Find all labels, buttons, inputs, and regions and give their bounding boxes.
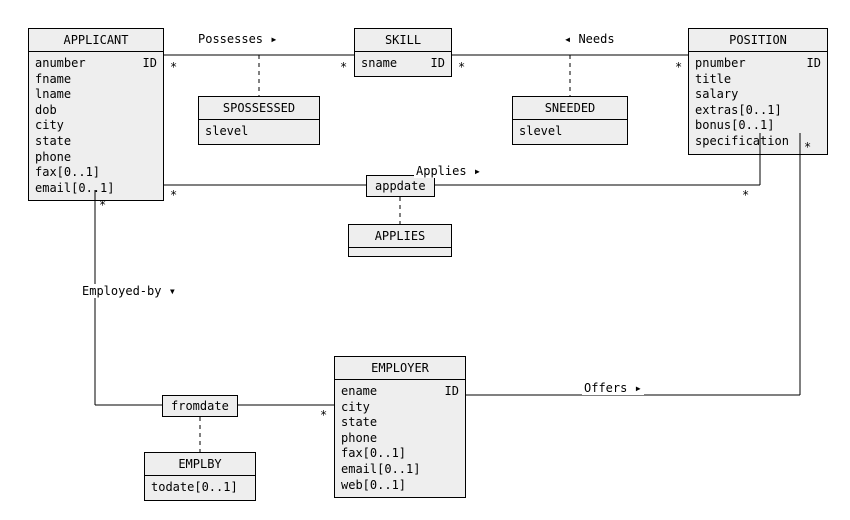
entity-employer-title: EMPLOYER <box>335 357 465 380</box>
attr-row: specification <box>695 134 821 150</box>
attr-row: web[0..1] <box>341 478 459 494</box>
entity-position: POSITION pnumberID title salary extras[0… <box>688 28 828 155</box>
attr-row: dob <box>35 103 157 119</box>
mult: * <box>170 188 177 202</box>
entity-applicant: APPLICANT anumberID fname lname dob city… <box>28 28 164 201</box>
attr-row: slevel <box>205 124 313 140</box>
entity-applicant-title: APPLICANT <box>29 29 163 52</box>
attr-row: pnumberID <box>695 56 821 72</box>
entity-emplby: EMPLBY todate[0..1] <box>144 452 256 501</box>
attr-row: bonus[0..1] <box>695 118 821 134</box>
rel-employedby: Employed-by ▾ <box>80 284 178 298</box>
attr-row: lname <box>35 87 157 103</box>
entity-applicant-body: anumberID fname lname dob city state pho… <box>29 52 163 200</box>
entity-applies: APPLIES <box>348 224 452 257</box>
entity-applies-body <box>349 248 451 256</box>
entity-applies-title: APPLIES <box>349 225 451 248</box>
attr-row: fname <box>35 72 157 88</box>
entity-spossessed: SPOSSESSED slevel <box>198 96 320 145</box>
attr-row: state <box>35 134 157 150</box>
attr-row: todate[0..1] <box>151 480 249 496</box>
mult: * <box>340 60 347 74</box>
assoc-fromdate: fromdate <box>162 395 238 417</box>
attr-row: fax[0..1] <box>35 165 157 181</box>
attr-row: extras[0..1] <box>695 103 821 119</box>
attr-row: state <box>341 415 459 431</box>
entity-position-body: pnumberID title salary extras[0..1] bonu… <box>689 52 827 154</box>
attr-row: email[0..1] <box>341 462 459 478</box>
rel-needs: ◂ Needs <box>562 32 617 46</box>
entity-skill-title: SKILL <box>355 29 451 52</box>
entity-sneeded-title: SNEEDED <box>513 97 627 120</box>
entity-spossessed-body: slevel <box>199 120 319 144</box>
attr-row: city <box>341 400 459 416</box>
mult: * <box>170 60 177 74</box>
attr-row: anumberID <box>35 56 157 72</box>
entity-employer: EMPLOYER enameID city state phone fax[0.… <box>334 356 466 498</box>
entity-position-title: POSITION <box>689 29 827 52</box>
entity-sneeded: SNEEDED slevel <box>512 96 628 145</box>
attr-row: phone <box>35 150 157 166</box>
attr-row: email[0..1] <box>35 181 157 197</box>
mult: * <box>99 198 106 212</box>
assoc-appdate: appdate <box>366 175 435 197</box>
mult: * <box>458 60 465 74</box>
attr-row: city <box>35 118 157 134</box>
mult: * <box>675 60 682 74</box>
attr-row: slevel <box>519 124 621 140</box>
mult: * <box>742 188 749 202</box>
rel-offers: Offers ▸ <box>582 381 644 395</box>
entity-skill: SKILL snameID <box>354 28 452 77</box>
entity-emplby-body: todate[0..1] <box>145 476 255 500</box>
attr-row: fax[0..1] <box>341 446 459 462</box>
attr-row: salary <box>695 87 821 103</box>
attr-row: snameID <box>361 56 445 72</box>
entity-skill-body: snameID <box>355 52 451 76</box>
entity-employer-body: enameID city state phone fax[0..1] email… <box>335 380 465 497</box>
entity-sneeded-body: slevel <box>513 120 627 144</box>
mult: * <box>804 140 811 154</box>
attr-row: title <box>695 72 821 88</box>
entity-spossessed-title: SPOSSESSED <box>199 97 319 120</box>
rel-applies: Applies ▸ <box>414 164 483 178</box>
attr-row: enameID <box>341 384 459 400</box>
attr-row: phone <box>341 431 459 447</box>
rel-possesses: Possesses ▸ <box>196 32 279 46</box>
mult: * <box>320 408 327 422</box>
entity-emplby-title: EMPLBY <box>145 453 255 476</box>
